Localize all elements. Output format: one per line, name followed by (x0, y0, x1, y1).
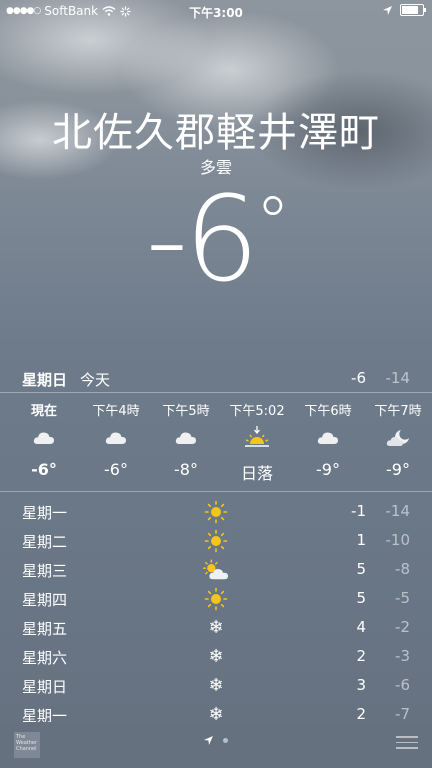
snow-icon: ❄ (208, 704, 224, 723)
hourly-temperature: -8° (174, 460, 198, 479)
daily-low: -2 (395, 618, 410, 636)
hourly-time: 現在 (30, 404, 57, 419)
daily-high: 5 (356, 560, 366, 578)
today-summary: 星期日 今天 -6 -14 (0, 364, 432, 392)
location-arrow-icon (204, 736, 213, 745)
cloud-icon (9, 418, 79, 458)
daily-low: -3 (395, 647, 410, 665)
hourly-item: 下午5時 -8° (151, 394, 221, 479)
daily-row: 星期日 ❄ 3 -6 (0, 672, 432, 701)
current-temperature: -6° (0, 180, 432, 298)
daily-row: 星期二 1 -10 (0, 527, 432, 556)
daily-high: -1 (351, 502, 366, 520)
battery-level (402, 6, 419, 14)
location-arrow-icon (383, 5, 392, 15)
sun-icon (203, 529, 229, 553)
daily-weekday: 星期三 (22, 562, 68, 580)
daily-low: -7 (395, 705, 410, 722)
daily-high: 5 (356, 589, 366, 607)
partly-cloudy-icon (203, 558, 229, 582)
cloud-icon (151, 418, 221, 458)
hourly-time: 下午7時 (374, 404, 422, 419)
sun-icon (203, 587, 229, 611)
hourly-temperature: -6° (104, 460, 128, 479)
daily-weekday: 星期四 (22, 591, 68, 609)
current-temperature-value: -6 (145, 170, 260, 308)
daily-row: 星期六 ❄ 2 -3 (0, 643, 432, 672)
snow-icon: ❄ (208, 675, 224, 696)
divider (0, 491, 432, 492)
sunset-icon (222, 418, 292, 458)
today-weekday: 星期日 (22, 371, 68, 389)
hourly-temperature: -9° (386, 460, 410, 479)
hourly-item: 下午7時 -9° (363, 394, 432, 479)
daily-low: -14 (385, 502, 411, 520)
daily-low: -8 (395, 560, 410, 578)
daily-forecast[interactable]: 星期一 -1 -14 星期二 1 -10 星期三 5 -8 星期四 5 -5 星期五 ❄ 4 -2 星期六 ❄ 2 -… (0, 498, 432, 722)
snow-icon: ❄ (208, 646, 224, 667)
today-low: -14 (385, 369, 411, 387)
hourly-time: 下午5時 (162, 404, 210, 419)
hourly-forecast[interactable]: 現在 -6° 下午4時 -6° 下午5時 -8° 下午5:02 日落 下午6時 -9° 下午7時 -9… (0, 394, 432, 490)
daily-weekday: 星期日 (22, 678, 68, 696)
daily-high: 4 (356, 618, 366, 636)
cloud-icon (81, 418, 151, 458)
hourly-time: 下午5:02 (229, 404, 285, 419)
hourly-item: 下午6時 -9° (293, 394, 363, 479)
status-time: 下午3:00 (189, 6, 243, 20)
daily-row: 星期三 5 -8 (0, 556, 432, 585)
hourly-temperature: -9° (316, 460, 340, 479)
hourly-temperature: 日落 (240, 464, 273, 483)
page-indicator[interactable] (0, 736, 432, 745)
hourly-time: 下午4時 (92, 404, 140, 419)
daily-low: -10 (385, 531, 411, 549)
daily-row: 星期一 ❄ 2 -7 (0, 701, 432, 722)
snow-icon: ❄ (208, 617, 224, 638)
hourly-item: 下午5:02 日落 (222, 394, 292, 484)
battery-icon (400, 4, 426, 16)
daily-row: 星期四 5 -5 (0, 585, 432, 614)
daily-weekday: 星期二 (22, 533, 68, 551)
daily-weekday: 星期五 (22, 620, 68, 638)
daily-weekday: 星期六 (22, 649, 68, 667)
divider (0, 392, 432, 393)
hourly-time: 下午6時 (304, 404, 352, 419)
moon-cloud-icon (363, 418, 432, 458)
sun-icon (203, 500, 229, 524)
daily-low: -6 (395, 676, 410, 694)
daily-high: 3 (356, 676, 366, 694)
today-high: -6 (351, 369, 366, 387)
daily-high: 2 (356, 647, 366, 665)
status-bar: ●●●●○ SoftBank 下午3:00 (0, 0, 432, 22)
daily-weekday: 星期一 (22, 707, 68, 722)
today-label: 今天 (80, 371, 111, 389)
hourly-item: 下午4時 -6° (81, 394, 151, 479)
city-list-button[interactable] (396, 736, 418, 752)
bottom-toolbar: The Weather Channel (0, 722, 432, 768)
daily-high: 1 (356, 531, 366, 549)
hourly-item: 現在 -6° (9, 394, 79, 479)
hourly-temperature: -6° (31, 460, 57, 479)
daily-high: 2 (356, 705, 366, 722)
cloud-icon (293, 418, 363, 458)
daily-low: -5 (395, 589, 410, 607)
degree-symbol: ° (255, 182, 290, 264)
daily-row: 星期一 -1 -14 (0, 498, 432, 527)
daily-row: 星期五 ❄ 4 -2 (0, 614, 432, 643)
daily-weekday: 星期一 (22, 504, 68, 522)
city-name: 北佐久郡軽井澤町 (52, 110, 380, 156)
page-dot (223, 738, 228, 743)
